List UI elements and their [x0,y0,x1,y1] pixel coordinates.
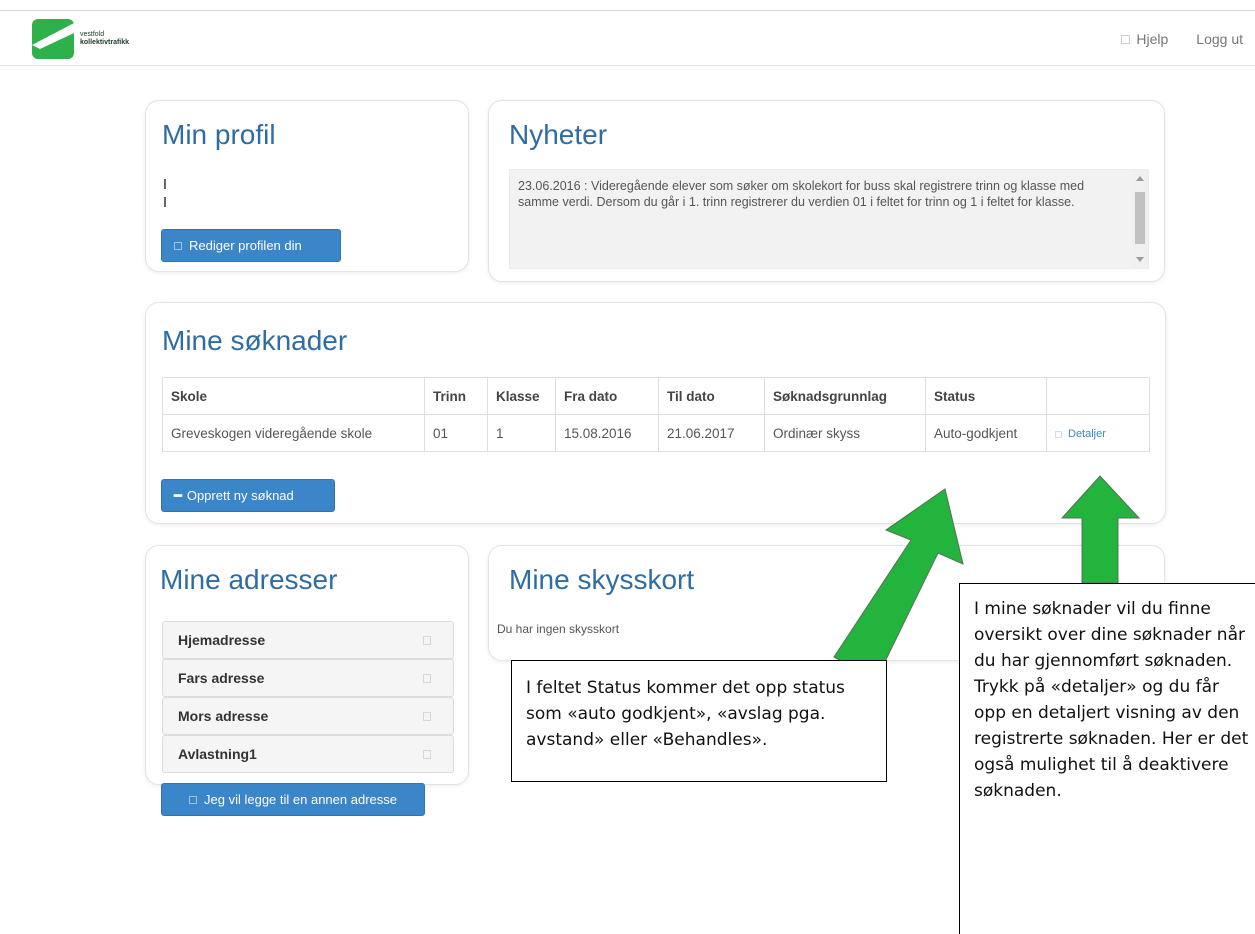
col-trinn: Trinn [424,377,488,415]
address-icon [423,636,431,645]
logout-link[interactable]: Logg ut [1196,31,1243,47]
table-row: Greveskogen videregående skole 01 1 15.0… [162,414,1150,452]
col-fra-dato: Fra dato [555,377,659,415]
cell-klasse: 1 [487,414,556,452]
cell-soknadsgrunnlag: Ordinær skyss [764,414,926,452]
address-label: Mors adresse [178,708,269,724]
profile-title: Min profil [162,119,276,150]
details-label: Detaljer [1068,428,1106,440]
address-label: Fars adresse [178,670,265,686]
add-address-button[interactable]: Jeg vil legge til en annen adresse [161,783,425,816]
edit-icon [174,241,182,250]
profile-info-placeholder [164,197,166,207]
col-status: Status [925,377,1047,415]
status-callout: I feltet Status kommer det opp status so… [511,660,887,782]
add-icon [189,795,198,804]
table-header-row: Skole Trinn Klasse Fra dato Til dato Søk… [162,377,1150,415]
applications-title: Mine søknader [162,325,348,356]
scroll-thumb[interactable] [1135,192,1145,244]
news-panel: Nyheter 23.06.2016 : Videregående elever… [488,100,1165,282]
edit-profile-label: Rediger profilen din [189,238,302,253]
help-icon [1121,34,1131,44]
news-text: 23.06.2016 : Videregående elever som søk… [518,179,1085,209]
edit-profile-button[interactable]: Rediger profilen din [161,229,341,262]
scroll-up-icon[interactable] [1136,176,1144,181]
top-bar: vestfold kollektivtrafikk Hjelp Logg ut [0,10,1255,66]
news-scrollbar[interactable] [1132,170,1148,268]
news-content[interactable]: 23.06.2016 : Videregående elever som søk… [509,169,1149,269]
travel-cards-empty-text: Du har ingen skysskort [497,622,620,636]
cell-til-dato: 21.06.2017 [658,414,765,452]
col-til-dato: Til dato [658,377,765,415]
details-link[interactable]: Detaljer [1055,428,1106,440]
cell-actions: Detaljer [1046,414,1150,452]
brand-name: vestfold kollektivtrafikk [80,31,129,47]
addresses-panel: Mine adresser Hjemadresse Fars adresse M… [145,545,469,816]
address-icon [423,712,431,721]
applications-table: Skole Trinn Klasse Fra dato Til dato Søk… [162,377,1150,452]
col-soknadsgrunnlag: Søknadsgrunnlag [764,377,926,415]
details-icon [1055,430,1062,438]
applications-panel: Mine søknader Skole Trinn Klasse Fra dat… [145,302,1166,524]
brand-line-1: vestfold [80,31,105,38]
profile-panel: Min profil Rediger profilen din [145,100,469,272]
plus-icon: ━ [174,487,182,503]
cell-trinn: 01 [424,414,488,452]
col-klasse: Klasse [487,377,556,415]
address-item-mors-adresse[interactable]: Mors adresse [162,697,454,735]
scroll-down-icon[interactable] [1136,257,1144,262]
brand-line-2: kollektivtrafikk [80,39,130,46]
addresses-title: Mine adresser [160,564,338,595]
details-callout: I mine søknader vil du finne oversikt ov… [959,583,1255,934]
logo-mark-icon [32,19,74,59]
help-link[interactable]: Hjelp [1136,31,1168,47]
travel-cards-title: Mine skysskort [509,564,695,595]
add-address-label: Jeg vil legge til en annen adresse [204,792,397,807]
cell-fra-dato: 15.08.2016 [555,414,659,452]
col-actions [1046,377,1150,415]
address-item-hjemadresse[interactable]: Hjemadresse [162,621,454,659]
address-item-avlastning1[interactable]: Avlastning1 [162,735,454,773]
brand-logo[interactable]: vestfold kollektivtrafikk [32,19,129,59]
new-application-button[interactable]: ━ Opprett ny søknad [161,479,335,512]
address-label: Hjemadresse [178,632,266,648]
cell-skole: Greveskogen videregående skole [162,414,425,452]
profile-name-placeholder [164,179,166,189]
new-application-label: Opprett ny søknad [186,488,294,503]
address-label: Avlastning1 [178,746,257,762]
col-skole: Skole [162,377,425,415]
news-title: Nyheter [509,119,608,150]
address-icon [423,750,431,759]
top-nav: Hjelp Logg ut [1121,31,1243,47]
cell-status: Auto-godkjent [925,414,1047,452]
address-item-fars-adresse[interactable]: Fars adresse [162,659,454,697]
address-icon [423,674,431,683]
